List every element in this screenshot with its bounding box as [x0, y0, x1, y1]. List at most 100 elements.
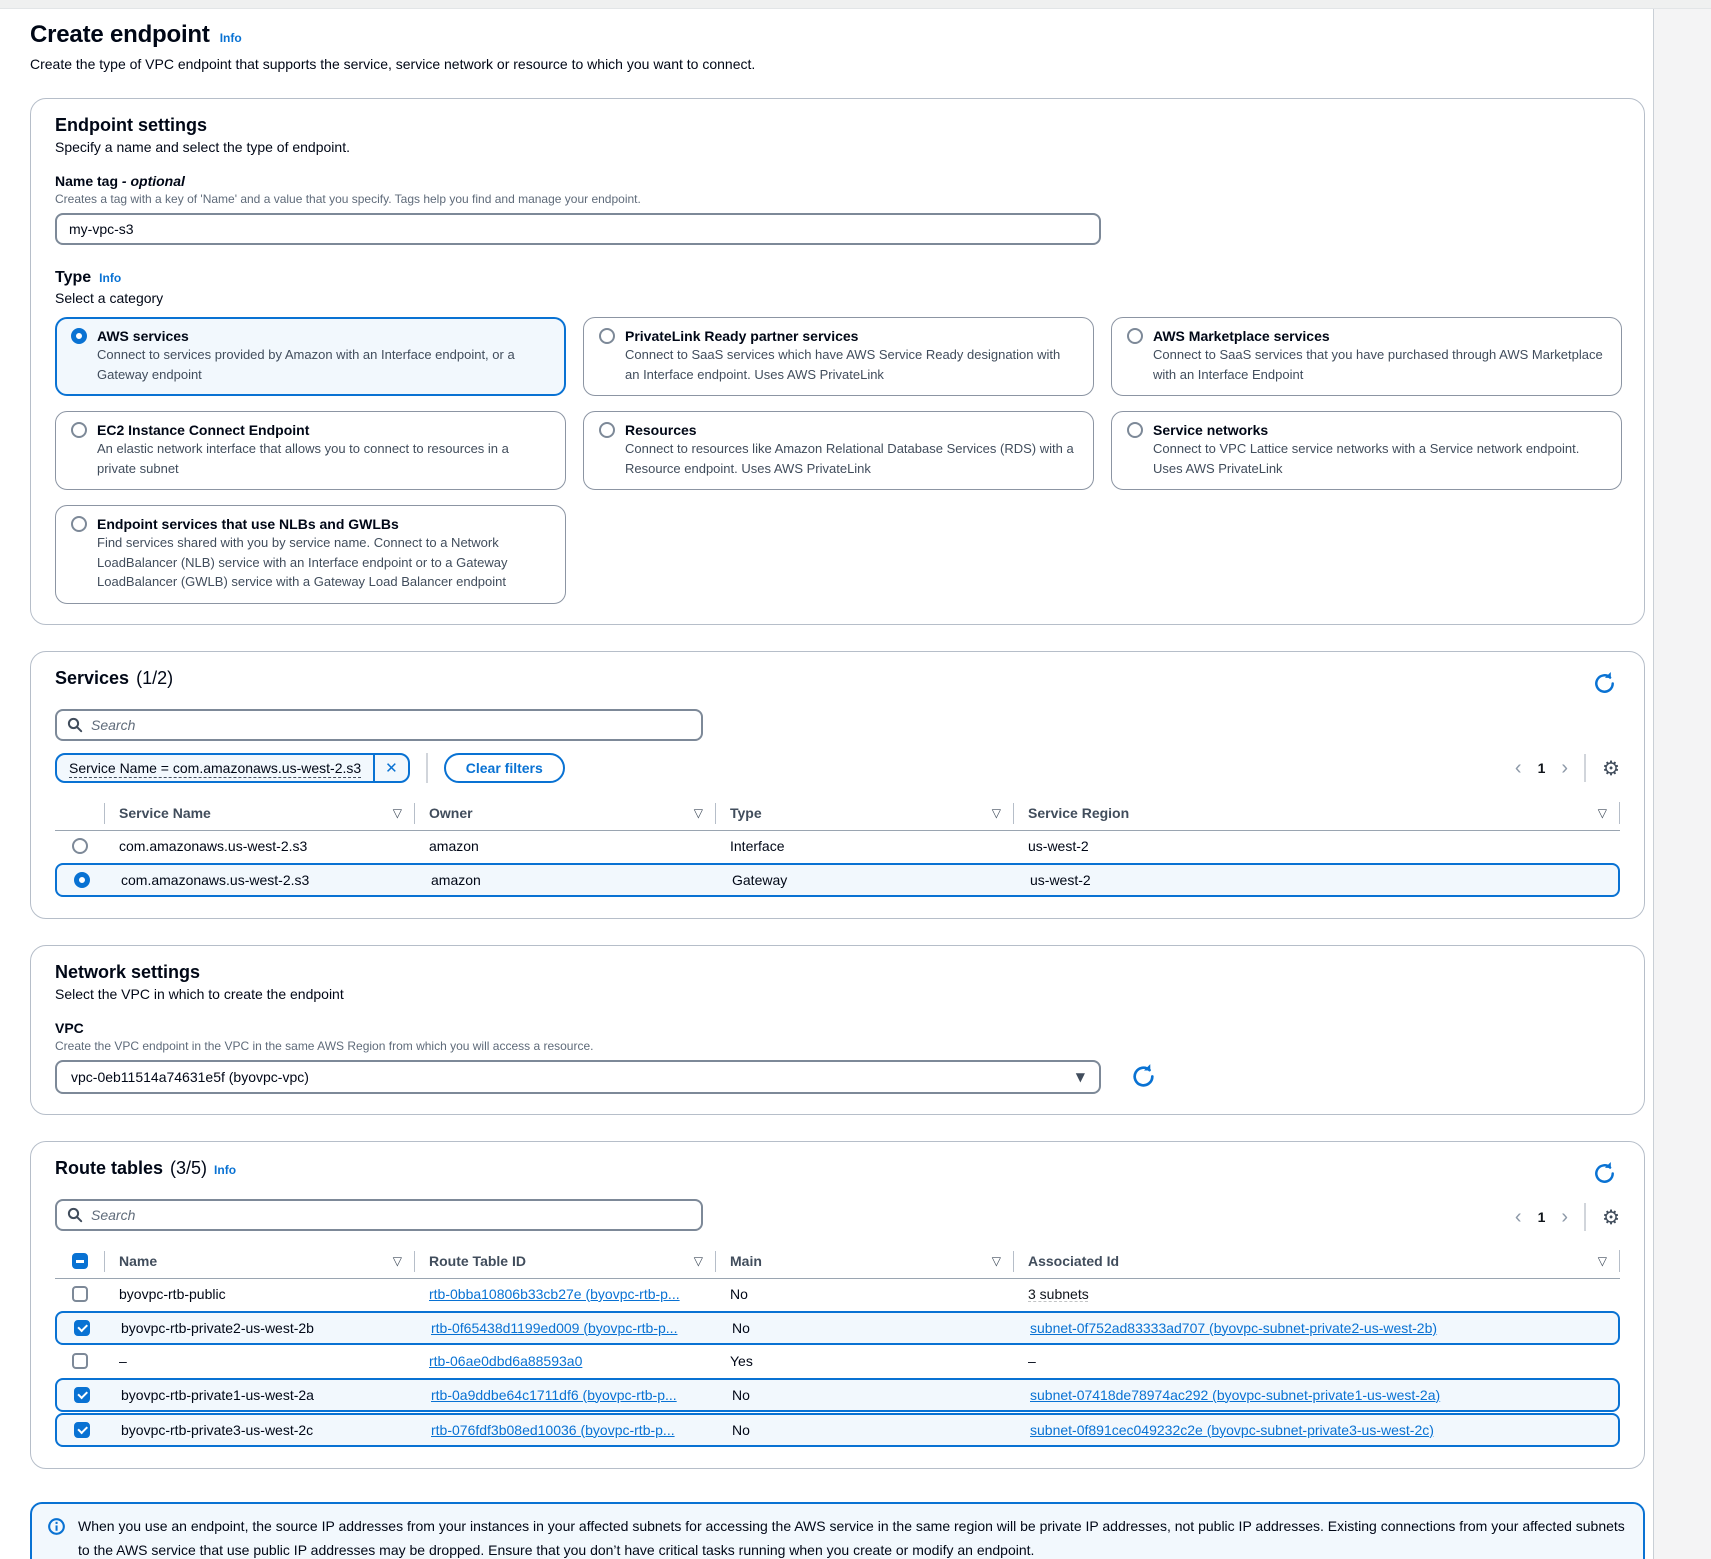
col-route-table-id: Route Table ID▽: [414, 1245, 715, 1278]
row-checkbox[interactable]: [72, 1286, 88, 1302]
page-title: Create endpoint: [30, 21, 210, 49]
sort-icon[interactable]: ▽: [393, 1254, 402, 1268]
next-page-icon[interactable]: ›: [1561, 758, 1568, 778]
route-table-id-link[interactable]: rtb-0f65438d1199ed009 (byovpc-rtb-p...: [431, 1320, 677, 1336]
col-name: Name▽: [104, 1245, 414, 1278]
radio-resources[interactable]: [599, 422, 615, 438]
subnet-link[interactable]: subnet-0f752ad83333ad707 (byovpc-subnet-…: [1030, 1320, 1437, 1336]
radio-service-networks[interactable]: [1127, 422, 1143, 438]
type-option-service-networks[interactable]: Service networks Connect to VPC Lattice …: [1111, 411, 1622, 490]
sort-icon[interactable]: ▽: [393, 806, 402, 820]
route-tables-search: [55, 1199, 703, 1231]
sort-icon[interactable]: ▽: [1598, 806, 1607, 820]
refresh-icon: [1129, 1079, 1158, 1094]
select-all-checkbox[interactable]: [72, 1253, 88, 1269]
type-option-aws-services[interactable]: AWS services Connect to services provide…: [55, 317, 566, 396]
cell-name: byovpc-rtb-private1-us-west-2a: [106, 1387, 416, 1403]
services-refresh-button[interactable]: [1589, 668, 1620, 699]
type-option-description: Connect to SaaS services that you have p…: [1153, 345, 1606, 384]
route-table-row[interactable]: byovpc-rtb-private2-us-west-2b rtb-0f654…: [55, 1311, 1620, 1345]
type-option-resources[interactable]: Resources Connect to resources like Amaz…: [583, 411, 1094, 490]
row-checkbox[interactable]: [72, 1353, 88, 1369]
vpc-refresh-button[interactable]: [1127, 1060, 1160, 1093]
service-row-gateway[interactable]: com.amazonaws.us-west-2.s3 amazon Gatewa…: [55, 863, 1620, 897]
route-table-row[interactable]: byovpc-rtb-public rtb-0bba10806b33cb27e …: [55, 1279, 1620, 1310]
sort-icon[interactable]: ▽: [992, 1254, 1001, 1268]
endpoint-settings-title: Endpoint settings: [55, 115, 1620, 136]
radio-ec2-instance-connect[interactable]: [71, 422, 87, 438]
route-tables-table-header: Name▽ Route Table ID▽ Main▽ Associated I…: [55, 1245, 1620, 1279]
route-tables-settings-gear-icon[interactable]: ⚙: [1602, 1207, 1620, 1227]
route-tables-search-input[interactable]: [91, 1207, 691, 1223]
route-tables-info-link[interactable]: Info: [214, 1163, 236, 1177]
cell-type: Interface: [715, 838, 1013, 854]
sort-icon[interactable]: ▽: [992, 806, 1001, 820]
subnet-link[interactable]: subnet-0f891cec049232c2e (byovpc-subnet-…: [1030, 1422, 1434, 1438]
service-name-filter-token[interactable]: Service Name = com.amazonaws.us-west-2.s…: [55, 753, 410, 783]
endpoint-settings-description: Specify a name and select the type of en…: [55, 139, 1620, 155]
route-tables-pagination: ‹ 1 › ⚙: [1515, 1203, 1620, 1231]
route-table-row[interactable]: – rtb-06ae0dbd6a88593a0 Yes –: [55, 1346, 1620, 1377]
route-table-row[interactable]: byovpc-rtb-private3-us-west-2c rtb-076fd…: [55, 1413, 1620, 1447]
row-checkbox[interactable]: [74, 1422, 90, 1438]
type-info-link[interactable]: Info: [99, 271, 121, 285]
type-option-description: Find services shared with you by service…: [97, 533, 550, 592]
route-table-id-link[interactable]: rtb-076fdf3b08ed10036 (byovpc-rtb-p...: [431, 1422, 675, 1438]
cell-main: No: [717, 1387, 1015, 1403]
type-option-title: PrivateLink Ready partner services: [625, 328, 858, 344]
services-settings-gear-icon[interactable]: ⚙: [1602, 758, 1620, 778]
service-row-interface[interactable]: com.amazonaws.us-west-2.s3 amazon Interf…: [55, 831, 1620, 862]
route-table-row[interactable]: byovpc-rtb-private1-us-west-2a rtb-0a9dd…: [55, 1378, 1620, 1412]
row-radio[interactable]: [72, 838, 88, 854]
vpc-select-value: vpc-0eb11514a74631e5f (byovpc-vpc): [71, 1069, 309, 1085]
services-page-number[interactable]: 1: [1538, 760, 1546, 776]
route-table-id-link[interactable]: rtb-0a9ddbe64c1711df6 (byovpc-rtb-p...: [431, 1387, 677, 1403]
radio-aws-services[interactable]: [71, 328, 87, 344]
type-option-title: AWS Marketplace services: [1153, 328, 1330, 344]
cell-name: byovpc-rtb-public: [104, 1286, 414, 1302]
route-tables-page-number[interactable]: 1: [1538, 1209, 1546, 1225]
col-type: Type▽: [715, 797, 1013, 830]
filter-token-close-icon[interactable]: ✕: [373, 755, 408, 781]
filter-divider: [426, 753, 428, 783]
type-option-nlb-gwlb[interactable]: Endpoint services that use NLBs and GWLB…: [55, 505, 566, 604]
row-radio[interactable]: [74, 872, 90, 888]
type-section-label: Type Info: [55, 269, 1620, 287]
services-table-header: Service Name▽ Owner▽ Type▽ Service Regio…: [55, 797, 1620, 831]
type-option-marketplace[interactable]: AWS Marketplace services Connect to SaaS…: [1111, 317, 1622, 396]
type-option-ec2-instance-connect[interactable]: EC2 Instance Connect Endpoint An elastic…: [55, 411, 566, 490]
services-panel: Services (1/2) Service Name = com.amazon…: [30, 651, 1645, 919]
type-option-privatelink-partner[interactable]: PrivateLink Ready partner services Conne…: [583, 317, 1094, 396]
vpc-label: VPC: [55, 1020, 1620, 1036]
type-option-title: AWS services: [97, 328, 189, 344]
page-info-link[interactable]: Info: [220, 31, 242, 45]
type-option-title: Endpoint services that use NLBs and GWLB…: [97, 516, 399, 532]
sort-icon[interactable]: ▽: [694, 806, 703, 820]
vpc-select[interactable]: vpc-0eb11514a74631e5f (byovpc-vpc) ▼: [55, 1060, 1101, 1094]
next-page-icon[interactable]: ›: [1561, 1207, 1568, 1227]
subnet-link[interactable]: subnet-07418de78974ac292 (byovpc-subnet-…: [1030, 1387, 1440, 1403]
type-option-description: An elastic network interface that allows…: [97, 439, 550, 478]
cell-main: No: [715, 1286, 1013, 1302]
clear-filters-button[interactable]: Clear filters: [444, 753, 565, 783]
previous-page-icon[interactable]: ‹: [1515, 1207, 1522, 1227]
refresh-icon: [1591, 1175, 1618, 1190]
sort-icon[interactable]: ▽: [1598, 1254, 1607, 1268]
name-tag-input[interactable]: [55, 213, 1101, 245]
subnets-popover-link[interactable]: 3 subnets: [1028, 1286, 1089, 1302]
cell-main: Yes: [715, 1353, 1013, 1369]
sort-icon[interactable]: ▽: [694, 1254, 703, 1268]
services-search-input[interactable]: [91, 717, 691, 733]
route-table-id-link[interactable]: rtb-0bba10806b33cb27e (byovpc-rtb-p...: [429, 1286, 680, 1302]
radio-marketplace[interactable]: [1127, 328, 1143, 344]
radio-nlb-gwlb[interactable]: [71, 516, 87, 532]
pager-divider: [1584, 1203, 1586, 1231]
route-tables-refresh-button[interactable]: [1589, 1158, 1620, 1189]
endpoint-settings-panel: Endpoint settings Specify a name and sel…: [30, 98, 1645, 625]
row-checkbox[interactable]: [74, 1387, 90, 1403]
type-hint: Select a category: [55, 290, 1620, 306]
route-table-id-link[interactable]: rtb-06ae0dbd6a88593a0: [429, 1353, 582, 1369]
radio-privatelink-partner[interactable]: [599, 328, 615, 344]
row-checkbox[interactable]: [74, 1320, 90, 1336]
previous-page-icon[interactable]: ‹: [1515, 758, 1522, 778]
